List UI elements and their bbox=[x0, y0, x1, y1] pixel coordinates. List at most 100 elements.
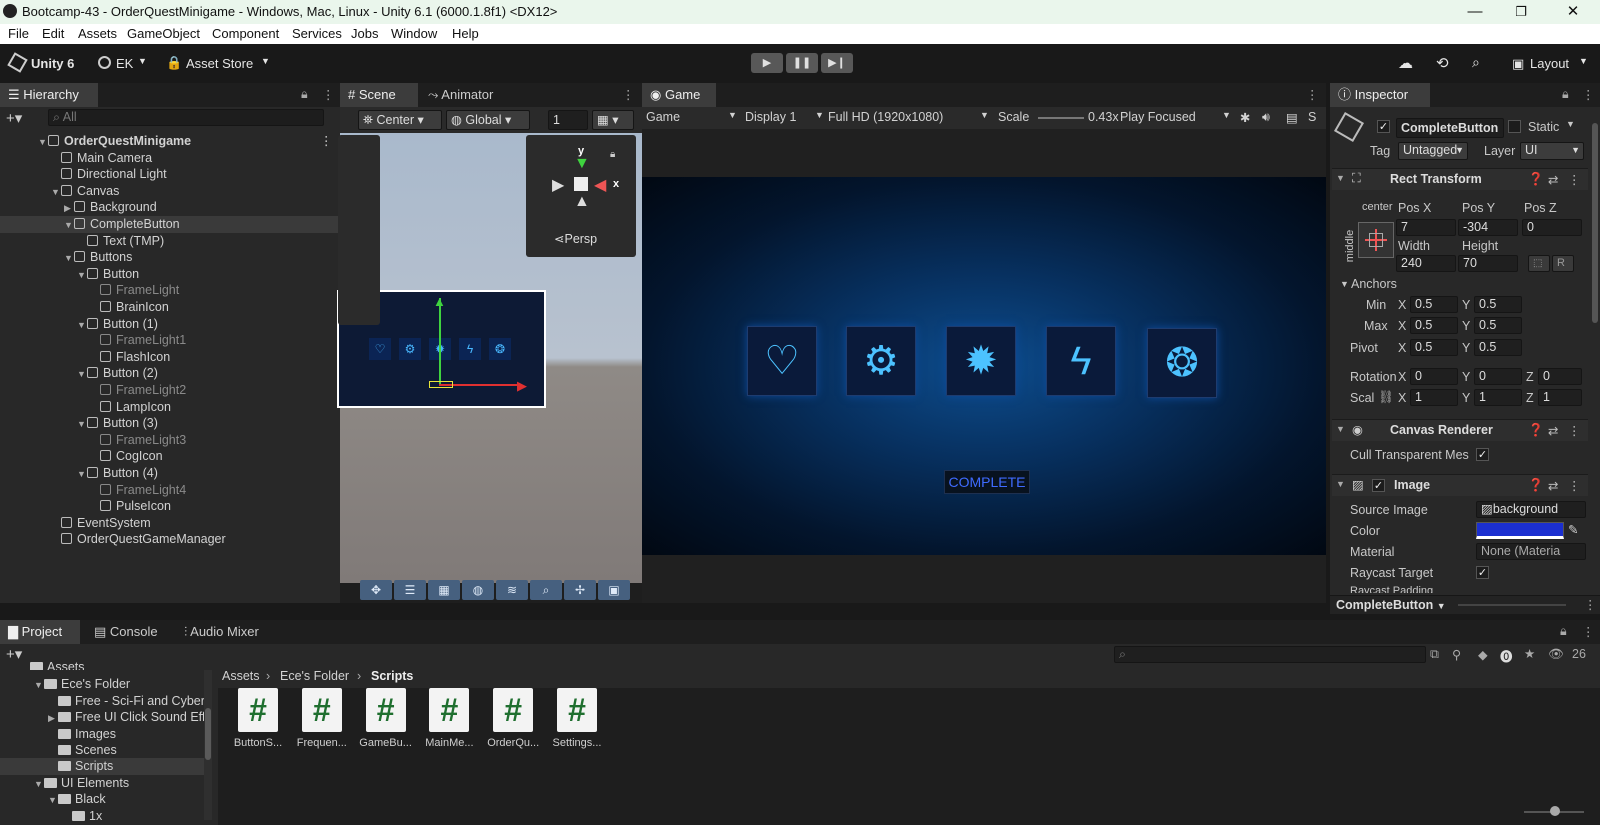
favorite-icon[interactable]: ★ bbox=[1524, 646, 1535, 661]
scale-y-input[interactable]: 1 bbox=[1474, 389, 1522, 406]
rot-y-input[interactable]: 0 bbox=[1474, 368, 1522, 385]
account-dropdown[interactable]: EK bbox=[116, 56, 133, 71]
overlay-camera-icon[interactable]: ▣ bbox=[598, 580, 630, 600]
foldout-expanded-icon[interactable]: ▼ bbox=[77, 416, 87, 433]
tab-project[interactable]: ▇ Project bbox=[0, 620, 80, 644]
game-mode-dropdown[interactable]: Game ▼ bbox=[646, 110, 738, 124]
menu-services[interactable]: Services bbox=[292, 26, 342, 41]
project-tree-item[interactable]: Assets bbox=[0, 662, 204, 670]
tag-dropdown[interactable]: Untagged ▼ bbox=[1398, 142, 1468, 160]
link-icon[interactable]: ⛓ bbox=[1378, 390, 1394, 405]
history-icon[interactable]: ⟲ bbox=[1436, 54, 1449, 72]
hierarchy-item[interactable]: CogIcon bbox=[0, 448, 340, 465]
hierarchy-item[interactable]: FrameLight2 bbox=[0, 382, 340, 399]
orientation-gizmo[interactable]: ▼ y ◀ x ▶ ▲ 🔒︎ ⋖Persp bbox=[526, 135, 636, 257]
kebab-menu-icon[interactable]: ⋮ bbox=[1306, 87, 1319, 102]
chevron-down-icon[interactable]: ▼ bbox=[1566, 119, 1575, 129]
anchor-presets-button[interactable] bbox=[1358, 222, 1394, 258]
eyedropper-icon[interactable]: ✎ bbox=[1568, 522, 1578, 537]
breadcrumb-assets[interactable]: Assets bbox=[222, 669, 260, 683]
hierarchy-item[interactable]: OrderQuestGameManager bbox=[0, 531, 340, 548]
hierarchy-item[interactable]: Directional Light bbox=[0, 166, 340, 183]
lock-icon[interactable]: 🔒︎ bbox=[1562, 87, 1569, 102]
project-tree-item[interactable]: Scenes bbox=[0, 742, 204, 758]
project-tree-item[interactable]: ▼ Ece's Folder bbox=[0, 676, 204, 692]
close-button[interactable]: ✕ bbox=[1550, 0, 1596, 24]
overlay-arrows-icon[interactable]: ✢ bbox=[564, 580, 596, 600]
max-x-input[interactable]: 0.5 bbox=[1410, 317, 1458, 334]
hierarchy-item[interactable]: ▼ Canvas bbox=[0, 183, 340, 200]
foldout-arrow-icon[interactable]: ▼ bbox=[1340, 279, 1349, 289]
image-header[interactable]: ▼ ▨ ✓ Image ❓ ⇄ ⋮ bbox=[1332, 474, 1588, 496]
foldout-expanded-icon[interactable]: ▼ bbox=[64, 250, 74, 267]
grid-snap-input[interactable]: 1 bbox=[548, 110, 588, 130]
hierarchy-item[interactable]: PulseIcon bbox=[0, 498, 340, 515]
filter-icon[interactable]: ⚲ bbox=[1452, 647, 1461, 662]
file-name[interactable]: GameBu... bbox=[355, 737, 417, 749]
breadcrumb-scripts[interactable]: Scripts bbox=[371, 669, 413, 683]
scale-slider[interactable] bbox=[1038, 117, 1084, 119]
canvas-renderer-header[interactable]: ▼ ◉ Canvas Renderer ❓ ⇄ ⋮ bbox=[1332, 419, 1588, 441]
foldout-expanded-icon[interactable]: ▼ bbox=[77, 267, 87, 284]
add-icon[interactable]: +▾ bbox=[6, 645, 22, 663]
menu-window[interactable]: Window bbox=[391, 26, 437, 41]
search-by-type-icon[interactable]: ⧉ bbox=[1430, 647, 1439, 662]
project-tree-item[interactable]: Images bbox=[0, 726, 204, 742]
help-icon[interactable]: ❓ bbox=[1528, 423, 1544, 438]
image-enabled-checkbox[interactable]: ✓ bbox=[1372, 479, 1385, 492]
kebab-menu-icon[interactable]: ⋮ bbox=[1568, 478, 1581, 493]
source-image-field[interactable]: ▨background bbox=[1476, 501, 1586, 518]
kebab-menu-icon[interactable]: ⋮ bbox=[322, 87, 335, 102]
foldout-expanded-icon[interactable]: ▼ bbox=[77, 317, 87, 334]
project-tree-item[interactable]: ▼ UI Elements bbox=[0, 775, 204, 791]
hierarchy-item[interactable]: ▼ Button (3) bbox=[0, 415, 340, 432]
help-icon[interactable]: ❓ bbox=[1528, 172, 1544, 187]
hierarchy-item[interactable]: BrainIcon bbox=[0, 299, 340, 316]
min-y-input[interactable]: 0.5 bbox=[1474, 296, 1522, 313]
gizmo-x-axis[interactable]: ◀ bbox=[594, 175, 606, 195]
kebab-menu-icon[interactable]: ⋮ bbox=[622, 87, 635, 102]
foldout-collapsed-icon[interactable]: ▶ bbox=[64, 200, 74, 217]
bug-icon[interactable]: ✱ bbox=[1240, 110, 1250, 125]
hierarchy-item[interactable]: ▼ Button bbox=[0, 266, 340, 283]
raw-edit-button[interactable]: R bbox=[1552, 255, 1574, 272]
tab-game[interactable]: ◉ Game bbox=[642, 83, 716, 107]
hierarchy-item[interactable]: FrameLight4 bbox=[0, 482, 340, 499]
tab-animator[interactable]: ⤳ Animator bbox=[420, 83, 516, 107]
foldout-expanded-icon[interactable]: ▼ bbox=[34, 677, 44, 692]
menu-assets[interactable]: Assets bbox=[78, 26, 117, 41]
kebab-menu-icon[interactable]: ⋮ bbox=[1568, 423, 1581, 438]
static-checkbox[interactable] bbox=[1508, 120, 1521, 133]
project-search-input[interactable]: ⌕ bbox=[1114, 646, 1426, 663]
blueprint-mode-button[interactable]: ⬚ bbox=[1528, 255, 1550, 272]
slider-knob[interactable] bbox=[1550, 806, 1560, 816]
brain-icon[interactable]: ❂ bbox=[1147, 328, 1217, 398]
help-icon[interactable]: ❓ bbox=[1528, 478, 1544, 493]
hierarchy-item[interactable]: Text (TMP) bbox=[0, 233, 340, 250]
asset-store-dropdown[interactable]: Asset Store bbox=[186, 56, 253, 71]
pos-y-input[interactable]: -304 bbox=[1458, 219, 1518, 236]
lock-icon[interactable]: 🔒︎ bbox=[610, 149, 615, 160]
presets-icon[interactable]: ⇄ bbox=[1548, 423, 1558, 438]
csharp-script-icon[interactable]: # bbox=[557, 688, 597, 732]
foldout-collapsed-icon[interactable]: ▶ bbox=[48, 710, 58, 725]
presets-icon[interactable]: ⇄ bbox=[1548, 478, 1558, 493]
display-dropdown[interactable]: Display 1 ▼ bbox=[745, 110, 824, 124]
layout-dropdown[interactable]: Layout bbox=[1530, 56, 1569, 71]
menu-help[interactable]: Help bbox=[452, 26, 479, 41]
csharp-script-icon[interactable]: # bbox=[238, 688, 278, 732]
pos-z-input[interactable]: 0 bbox=[1522, 219, 1582, 236]
hierarchy-item[interactable]: LampIcon bbox=[0, 399, 340, 416]
hierarchy-item[interactable]: ▼ OrderQuestMinigame ⋮ bbox=[0, 133, 340, 150]
space-dropdown[interactable]: ◍ Global ▾ bbox=[446, 110, 530, 130]
project-tree-item[interactable]: 1x bbox=[0, 808, 204, 824]
resolution-dropdown[interactable]: Full HD (1920x1080) ▼ bbox=[828, 110, 989, 124]
pos-x-input[interactable]: 7 bbox=[1396, 219, 1456, 236]
menu-edit[interactable]: Edit bbox=[42, 26, 64, 41]
project-tree-item[interactable]: Free - Sci-Fi and Cyber bbox=[0, 693, 204, 709]
hierarchy-item[interactable]: ▼ Button (1) bbox=[0, 316, 340, 333]
file-name[interactable]: Settings... bbox=[546, 737, 608, 749]
tab-console[interactable]: ▤ Console bbox=[86, 620, 170, 644]
presets-icon[interactable]: ⇄ bbox=[1548, 172, 1558, 187]
pause-button[interactable]: ❚❚ bbox=[786, 53, 818, 73]
